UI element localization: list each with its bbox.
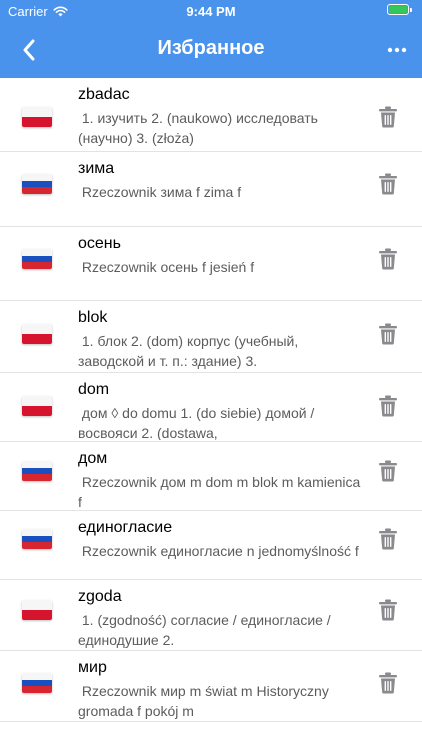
favorite-row[interactable]: blok 1. блок 2. (dom) корпус (учебный, з… [0,301,422,373]
russia-flag-icon [22,249,52,269]
status-time: 9:44 PM [186,4,236,19]
favorite-row[interactable]: единогласие Rzeczownik единогласие n jed… [0,511,422,580]
trash-icon[interactable] [378,248,398,270]
favorite-word: zgoda [78,588,122,605]
trash-icon[interactable] [378,599,398,621]
poland-flag-icon [22,600,52,620]
favorite-word: зима [78,160,115,177]
favorite-row[interactable]: дом Rzeczownik дом m dom m blok m kamien… [0,442,422,511]
trash-icon[interactable] [378,460,398,482]
favorite-word: мир [78,659,107,676]
favorite-row[interactable]: зима Rzeczownik зима f zima f [0,152,422,227]
favorite-word: дом [78,450,108,467]
battery-fill [389,6,407,13]
ellipsis-icon [387,47,407,53]
trash-icon[interactable] [378,323,398,345]
poland-flag-icon [22,324,52,344]
favorite-word: единогласие [78,519,173,536]
favorite-row[interactable]: zgoda 1. (zgodność) согласие / единоглас… [0,580,422,651]
poland-flag-icon [22,396,52,416]
trash-icon[interactable] [378,528,398,550]
favorite-row[interactable]: zbadac 1. изучить 2. (naukowo) исследова… [0,78,422,152]
navigation-bar: Избранное [0,22,422,78]
battery-icon [387,4,409,15]
favorite-word: dom [78,381,110,398]
page-title: Избранное [157,37,265,59]
favorite-word: zbadac [78,86,130,103]
favorite-translation: Rzeczownik мир m świat m Historyczny gro… [78,683,333,719]
battery-tip [410,7,412,12]
favorite-translation: Rzeczownik единогласие n jednomyślność f [78,543,359,559]
favorite-row[interactable]: dom дом ◊ do domu 1. (do siebie) домой /… [0,373,422,442]
russia-flag-icon [22,461,52,481]
favorite-translation: 1. блок 2. (dom) корпус (учебный, заводс… [78,333,303,369]
favorite-row[interactable]: мир Rzeczownik мир m świat m Historyczny… [0,651,422,722]
russia-flag-icon [22,529,52,549]
trash-icon[interactable] [378,672,398,694]
trash-icon[interactable] [378,173,398,195]
battery-indicator [387,4,412,15]
favorite-translation: 1. (zgodność) согласие / единогласие / е… [78,612,335,648]
russia-flag-icon [22,174,52,194]
favorite-translation: дом ◊ do domu 1. (do siebie) домой / вос… [78,405,319,440]
favorite-word: blok [78,309,108,326]
favorite-translation: Rzeczownik дом m dom m blok m kamienica … [78,474,361,509]
favorites-list: zbadac 1. изучить 2. (naukowo) исследова… [0,78,422,722]
poland-flag-icon [22,107,52,127]
trash-icon[interactable] [378,106,398,128]
more-button[interactable] [382,35,412,65]
favorite-word: осень [78,235,121,252]
status-bar: Carrier 9:44 PM [0,0,422,22]
favorite-row[interactable]: осень Rzeczownik осень f jesień f [0,227,422,301]
russia-flag-icon [22,673,52,693]
trash-icon[interactable] [378,395,398,417]
favorite-translation: 1. изучить 2. (naukowo) исследовать (нау… [78,110,322,146]
favorite-translation: Rzeczownik зима f zima f [78,184,242,200]
favorite-translation: Rzeczownik осень f jesień f [78,259,255,275]
